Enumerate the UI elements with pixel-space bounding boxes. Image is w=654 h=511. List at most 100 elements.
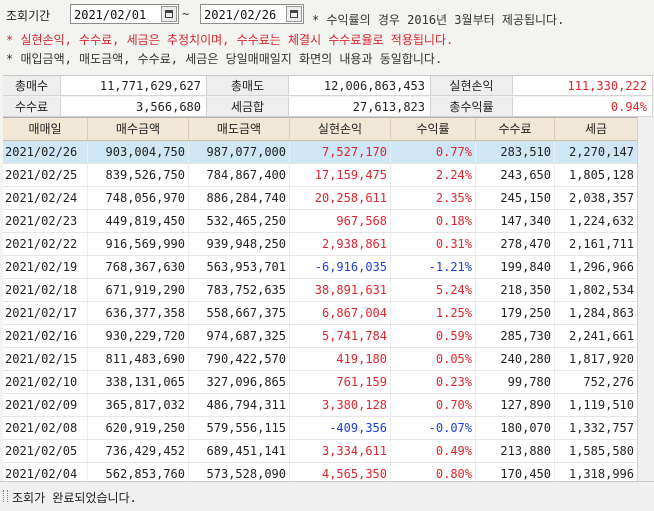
cell-sell-amount: 790,422,570	[189, 348, 290, 370]
cell-tax: 2,161,711	[568, 237, 634, 251]
calendar-icon	[290, 10, 298, 18]
table-row[interactable]: 2021/02/17 636,377,358 558,667,375 6,867,00…	[3, 302, 637, 325]
table-row[interactable]: 2021/02/09 365,817,032 486,794,311 3,380,12…	[3, 394, 637, 417]
vertical-scrollbar[interactable]	[637, 117, 654, 481]
table-row[interactable]: 2021/02/16 930,229,720 974,687,325 5,741,78…	[3, 325, 637, 348]
cell-buy-amount: 620,919,250	[88, 417, 189, 439]
tax-label: 세금합	[207, 97, 289, 117]
cell-return: 1.25%	[391, 302, 476, 324]
cell-fee: 179,250	[476, 302, 555, 324]
col-header-sell-amount[interactable]: 매도금액	[189, 118, 290, 140]
cell-tax: 1,119,510	[568, 398, 634, 412]
trade-grid[interactable]: 매매일 매수금액 매도금액 실현손익 수익률 수수료 세금 2021/02/26…	[3, 117, 637, 482]
tax-value: 27,613,823	[289, 97, 431, 117]
cell-fee: 180,070	[476, 417, 555, 439]
total-buy-label: 총매수	[3, 76, 61, 96]
cell-fee: 218,350	[476, 279, 555, 301]
cell-sell-amount: 783,752,635	[189, 279, 290, 301]
cell-tax: 1,817,920	[568, 352, 634, 366]
cell-date: 2021/02/26	[3, 141, 88, 163]
table-row[interactable]: 2021/02/23 449,819,450 532,465,250 967,568 0…	[3, 210, 637, 233]
cell-return: 0.70%	[391, 394, 476, 416]
cell-tax: 1,585,580	[568, 444, 634, 458]
cell-tax: 1,802,534	[568, 283, 634, 297]
cell-buy-amount: 811,483,690	[88, 348, 189, 370]
table-row[interactable]: 2021/02/24 748,056,970 886,284,740 20,258,6…	[3, 187, 637, 210]
realized-pl-value: 111,330,222	[513, 76, 653, 96]
cell-fee: 199,840	[476, 256, 555, 278]
start-date-calendar-button[interactable]	[161, 6, 177, 22]
cell-realized-pl: 6,867,004	[290, 302, 391, 324]
cell-realized-pl: 3,334,611	[290, 440, 391, 462]
cell-realized-pl: -409,356	[290, 417, 391, 439]
cell-realized-pl: 38,891,631	[290, 279, 391, 301]
cell-fee: 147,340	[476, 210, 555, 232]
cell-realized-pl: 761,159	[290, 371, 391, 393]
cell-date: 2021/02/25	[3, 164, 88, 186]
calendar-icon	[165, 10, 173, 18]
cell-buy-amount: 748,056,970	[88, 187, 189, 209]
cell-fee: 283,510	[476, 141, 555, 163]
grid-header: 매매일 매수금액 매도금액 실현손익 수익률 수수료 세금	[3, 118, 637, 141]
cell-sell-amount: 939,948,250	[189, 233, 290, 255]
cell-tax: 2,270,147	[568, 145, 634, 159]
cell-return: 0.05%	[391, 348, 476, 370]
col-header-tax[interactable]: 세금	[555, 118, 637, 140]
end-date-field[interactable]: 2021/02/26	[200, 4, 304, 24]
filter-bar: 조회기간 2021/02/01 ~ 2021/02/26 * 수익률의 경우 2…	[0, 0, 654, 70]
table-row[interactable]: 2021/02/19 768,367,630 563,953,701 -6,916,0…	[3, 256, 637, 279]
cell-date: 2021/02/05	[3, 440, 88, 462]
estimate-warning: * 실현손익, 수수료, 세금은 추정치이며, 수수료는 체결시 수수료율로 적…	[6, 33, 454, 47]
cell-sell-amount: 987,077,000	[189, 141, 290, 163]
cell-buy-amount: 671,919,290	[88, 279, 189, 301]
period-label: 조회기간	[6, 9, 51, 23]
cell-fee: 99,780	[476, 371, 555, 393]
cell-fee: 285,730	[476, 325, 555, 347]
cell-fee: 213,880	[476, 440, 555, 462]
cell-realized-pl: -6,916,035	[290, 256, 391, 278]
table-row[interactable]: 2021/02/04 562,853,760 573,528,090 4,565,35…	[3, 463, 637, 482]
table-row[interactable]: 2021/02/08 620,919,250 579,556,115 -409,356…	[3, 417, 637, 440]
table-row[interactable]: 2021/02/10 338,131,065 327,096,865 761,159 0…	[3, 371, 637, 394]
col-header-fee[interactable]: 수수료	[476, 118, 555, 140]
cell-return: 0.80%	[391, 463, 476, 482]
cell-sell-amount: 327,096,865	[189, 371, 290, 393]
cell-fee: 240,280	[476, 348, 555, 370]
cell-buy-amount: 338,131,065	[88, 371, 189, 393]
table-row[interactable]: 2021/02/15 811,483,690 790,422,570 419,180 0…	[3, 348, 637, 371]
end-date-value: 2021/02/26	[204, 8, 277, 22]
cell-return: -1.21%	[391, 256, 476, 278]
cell-date: 2021/02/04	[3, 463, 88, 482]
cell-date: 2021/02/10	[3, 371, 88, 393]
start-date-field[interactable]: 2021/02/01	[70, 4, 179, 24]
col-header-date[interactable]: 매매일	[3, 118, 88, 140]
cell-date: 2021/02/19	[3, 256, 88, 278]
end-date-calendar-button[interactable]	[286, 6, 302, 22]
cell-sell-amount: 579,556,115	[189, 417, 290, 439]
cell-buy-amount: 916,569,990	[88, 233, 189, 255]
col-header-realized-pl[interactable]: 실현손익	[290, 118, 391, 140]
table-row[interactable]: 2021/02/05 736,429,452 689,451,141 3,334,61…	[3, 440, 637, 463]
col-header-buy-amount[interactable]: 매수금액	[88, 118, 189, 140]
consistency-note: * 매입금액, 매도금액, 수수료, 세금은 당일매매일지 화면의 내용과 동일…	[6, 52, 443, 66]
date-separator: ~	[182, 7, 190, 21]
table-row[interactable]: 2021/02/18 671,919,290 783,752,635 38,891,6…	[3, 279, 637, 302]
cell-realized-pl: 4,565,350	[290, 463, 391, 482]
cell-fee: 278,470	[476, 233, 555, 255]
cell-buy-amount: 768,367,630	[88, 256, 189, 278]
cell-tax: 1,805,128	[568, 168, 634, 182]
table-row[interactable]: 2021/02/26 903,004,750 987,077,000 7,527,17…	[3, 141, 637, 164]
cell-buy-amount: 903,004,750	[88, 141, 189, 163]
cell-fee: 243,650	[476, 164, 555, 186]
cell-tax: 2,241,661	[568, 329, 634, 343]
cell-sell-amount: 784,867,400	[189, 164, 290, 186]
total-sell-label: 총매도	[207, 76, 289, 96]
cell-fee: 127,890	[476, 394, 555, 416]
cell-buy-amount: 930,229,720	[88, 325, 189, 347]
cell-tax: 1,284,863	[568, 306, 634, 320]
table-row[interactable]: 2021/02/22 916,569,990 939,948,250 2,938,86…	[3, 233, 637, 256]
cell-date: 2021/02/23	[3, 210, 88, 232]
col-header-return[interactable]: 수익률	[391, 118, 476, 140]
table-row[interactable]: 2021/02/25 839,526,750 784,867,400 17,159,4…	[3, 164, 637, 187]
start-date-value: 2021/02/01	[74, 8, 147, 22]
